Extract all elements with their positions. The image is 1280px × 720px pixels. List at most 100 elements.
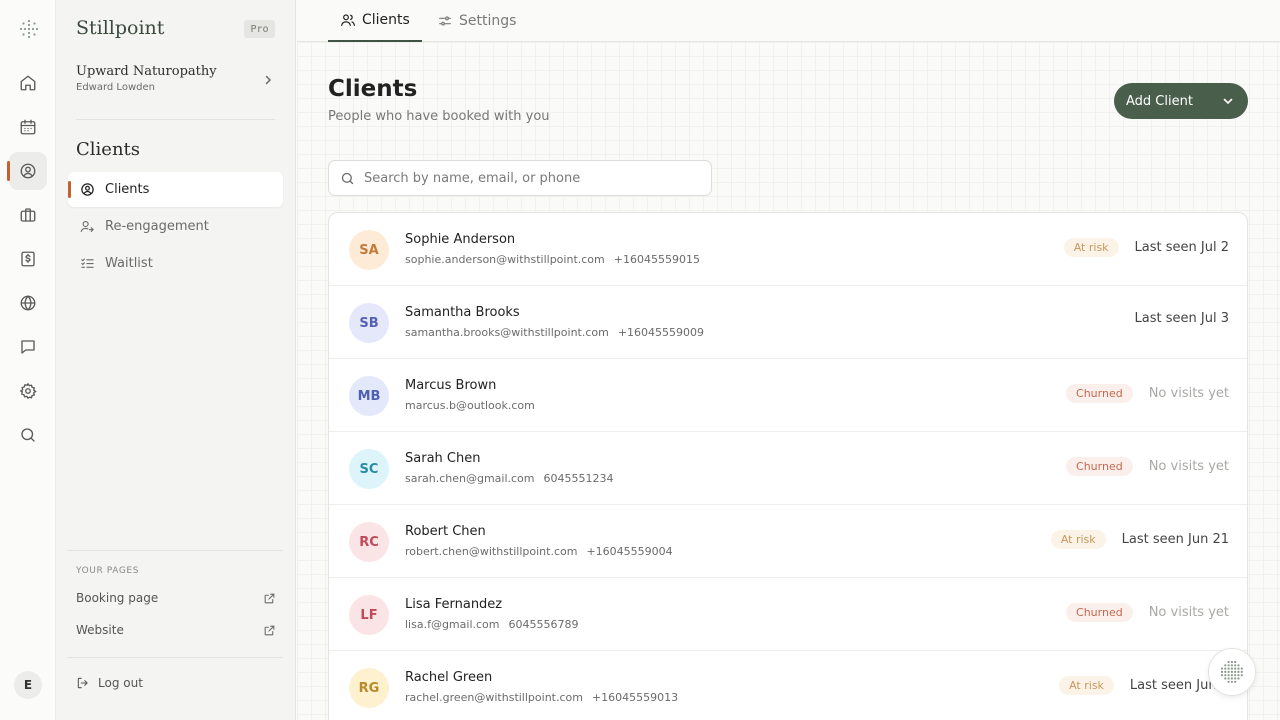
brand-name: Stillpoint bbox=[76, 17, 165, 39]
sidebar-item-label: Re-engagement bbox=[105, 219, 209, 234]
logo-icon[interactable] bbox=[18, 18, 40, 40]
divider bbox=[76, 119, 275, 120]
client-row[interactable]: RG Rachel Green rachel.green@withstillpoin… bbox=[329, 651, 1247, 720]
tab-label: Settings bbox=[459, 13, 517, 29]
client-contact: samantha.brooks@withstillpoint.com +16045… bbox=[405, 326, 704, 339]
page-link-label: Website bbox=[76, 623, 124, 637]
chevron-down-icon[interactable] bbox=[1222, 95, 1234, 107]
logout-button[interactable]: Log out bbox=[76, 676, 143, 690]
page-title: Clients bbox=[328, 76, 418, 102]
tab-settings[interactable]: Settings bbox=[425, 0, 528, 42]
client-list: SA Sophie Anderson sophie.anderson@withsti… bbox=[328, 212, 1248, 720]
client-row[interactable]: SA Sophie Anderson sophie.anderson@withsti… bbox=[329, 213, 1247, 286]
client-row[interactable]: MB Marcus Brown marcus.b@outlook.com Churne… bbox=[329, 359, 1247, 432]
logout-icon bbox=[77, 677, 88, 689]
client-row[interactable]: SC Sarah Chen sarah.chen@gmail.com 60455512… bbox=[329, 432, 1247, 505]
client-avatar: SC bbox=[349, 449, 389, 489]
logo-icon bbox=[1220, 660, 1243, 683]
list-check-icon bbox=[81, 258, 94, 268]
last-seen: No visits yet bbox=[1148, 459, 1229, 474]
client-status-group: Churned No visits yet bbox=[1066, 384, 1229, 403]
external-link-icon bbox=[264, 593, 275, 603]
client-status-group: Churned No visits yet bbox=[1066, 457, 1229, 476]
divider bbox=[68, 550, 283, 551]
rail-billing-button[interactable] bbox=[9, 240, 47, 278]
chevron-right-icon bbox=[265, 75, 272, 85]
client-name: Lisa Fernandez bbox=[405, 597, 503, 612]
rail-messages-button[interactable] bbox=[9, 328, 47, 366]
client-row[interactable]: SB Samantha Brooks samantha.brooks@withsti… bbox=[329, 286, 1247, 359]
client-avatar: MB bbox=[349, 376, 389, 416]
practice-owner: Edward Lowden bbox=[76, 82, 155, 93]
sidebar-item-re-engagement[interactable]: Re-engagement bbox=[68, 209, 283, 244]
search-box[interactable] bbox=[328, 160, 712, 196]
gear-icon bbox=[19, 382, 37, 400]
client-status-group: At risk Last seen Jun 21 bbox=[1050, 530, 1229, 549]
client-phone: +16045559004 bbox=[586, 545, 673, 558]
client-name: Sarah Chen bbox=[405, 451, 481, 466]
last-seen: Last seen Jul 3 bbox=[1134, 311, 1229, 326]
client-avatar: LF bbox=[349, 595, 389, 635]
client-phone: 6045551234 bbox=[543, 472, 614, 485]
last-seen: Last seen Jul 2 bbox=[1134, 240, 1229, 255]
sidebar-item-label: Waitlist bbox=[105, 256, 153, 271]
add-client-button[interactable]: Add Client bbox=[1114, 83, 1248, 119]
website-link[interactable]: Website bbox=[76, 620, 276, 640]
search-input[interactable] bbox=[364, 170, 694, 186]
tab-clients[interactable]: Clients bbox=[328, 0, 422, 42]
client-status-group: At risk Last seen Jul 2 bbox=[1063, 238, 1229, 257]
client-avatar: RG bbox=[349, 668, 389, 708]
search-icon bbox=[341, 172, 354, 184]
client-email: sophie.anderson@withstillpoint.com bbox=[405, 253, 605, 266]
status-badge: At risk bbox=[1063, 238, 1119, 257]
booking-page-link[interactable]: Booking page bbox=[76, 588, 276, 608]
main-content: Clients Settings Clients People who have… bbox=[297, 0, 1280, 720]
rail-services-button[interactable] bbox=[9, 196, 47, 234]
client-contact: sarah.chen@gmail.com 6045551234 bbox=[405, 472, 614, 485]
pages-section-label: YOUR PAGES bbox=[76, 566, 140, 576]
user-avatar[interactable]: E bbox=[14, 671, 42, 699]
rail-search-button[interactable] bbox=[9, 416, 47, 454]
last-seen: Last seen Jun 21 bbox=[1121, 532, 1229, 547]
sidebar-item-waitlist[interactable]: Waitlist bbox=[68, 246, 283, 281]
rail-home-button[interactable] bbox=[9, 64, 47, 102]
client-phone: +16045559013 bbox=[591, 691, 679, 704]
page-link-label: Booking page bbox=[76, 591, 159, 605]
client-row[interactable]: RC Robert Chen robert.chen@withstillpoint.… bbox=[329, 505, 1247, 578]
client-status-group: Last seen Jul 3 bbox=[1135, 311, 1229, 326]
rail-calendar-button[interactable] bbox=[9, 108, 47, 146]
logout-label: Log out bbox=[98, 676, 143, 690]
client-avatar: SA bbox=[349, 230, 389, 270]
rail-clients-button[interactable] bbox=[7, 152, 47, 190]
status-badge: Churned bbox=[1066, 603, 1133, 622]
status-badge: At risk bbox=[1059, 676, 1114, 695]
search-icon bbox=[21, 428, 35, 442]
globe-icon bbox=[20, 295, 36, 311]
sidebar: Stillpoint Pro Upward Naturopathy Edward… bbox=[56, 0, 296, 720]
message-icon bbox=[21, 340, 35, 354]
client-email: samantha.brooks@withstillpoint.com bbox=[405, 326, 609, 339]
calendar-icon bbox=[20, 119, 36, 135]
users-icon bbox=[20, 163, 36, 179]
client-name: Sophie Anderson bbox=[405, 232, 516, 247]
client-status-group: Churned No visits yet bbox=[1066, 603, 1229, 622]
tab-label: Clients bbox=[362, 12, 410, 28]
client-contact: lisa.f@gmail.com 6045556789 bbox=[405, 618, 579, 631]
home-icon bbox=[20, 75, 36, 91]
practice-switcher[interactable]: Upward Naturopathy Edward Lowden bbox=[76, 64, 276, 100]
page-subtitle: People who have booked with you bbox=[328, 109, 550, 124]
client-name: Robert Chen bbox=[405, 524, 486, 539]
last-seen: No visits yet bbox=[1148, 605, 1229, 620]
help-widget-button[interactable] bbox=[1208, 648, 1256, 696]
sliders-icon bbox=[439, 16, 451, 26]
add-client-label: Add Client bbox=[1126, 93, 1193, 109]
sidebar-item-clients[interactable]: Clients bbox=[68, 172, 283, 207]
tab-bar: Clients Settings bbox=[297, 0, 1280, 42]
rail-settings-button[interactable] bbox=[9, 372, 47, 410]
rail-website-button[interactable] bbox=[9, 284, 47, 322]
client-phone: +16045559009 bbox=[617, 326, 705, 339]
client-email: lisa.f@gmail.com bbox=[405, 618, 500, 631]
briefcase-icon bbox=[20, 208, 36, 222]
status-badge: Churned bbox=[1066, 384, 1133, 403]
client-row[interactable]: LF Lisa Fernandez lisa.f@gmail.com 60455567… bbox=[329, 578, 1247, 651]
